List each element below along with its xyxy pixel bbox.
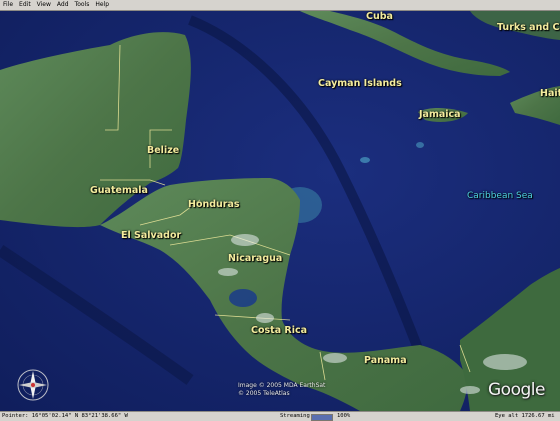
menu-tools[interactable]: Tools (72, 0, 93, 10)
label-caribbean-sea: Caribbean Sea (467, 191, 533, 201)
credit-line-2: © 2005 TeleAtlas (238, 390, 290, 397)
streaming-progress-fill (312, 415, 332, 420)
menu-add[interactable]: Add (54, 0, 72, 10)
reef-patch (416, 142, 424, 148)
map-view[interactable] (0, 11, 560, 411)
menu-help[interactable]: Help (92, 0, 112, 10)
label-honduras: Honduras (188, 199, 240, 210)
label-nicaragua: Nicaragua (228, 253, 283, 264)
label-jamaica: Jamaica (419, 109, 461, 120)
label-costa-rica: Costa Rica (251, 325, 308, 336)
label-panama: Panama (364, 355, 407, 366)
label-cayman-islands: Cayman Islands (318, 78, 402, 89)
menu-bar: File Edit View Add Tools Help (0, 0, 560, 11)
credit-line-1: Image © 2005 MDA EarthSat (238, 382, 326, 389)
reef-patch (360, 157, 370, 163)
label-guatemala: Guatemala (90, 185, 148, 196)
menu-view[interactable]: View (34, 0, 54, 10)
label-cuba: Cuba (366, 11, 393, 22)
imagery-credit: Image © 2005 MDA EarthSat © 2005 TeleAtl… (238, 382, 325, 398)
menu-file[interactable]: File (0, 0, 16, 10)
label-turks-and-caicos: Turks and Ca (497, 22, 560, 33)
menu-edit[interactable]: Edit (16, 0, 34, 10)
google-logo: Google (488, 380, 545, 400)
label-haiti: Haiti (540, 88, 560, 99)
compass-rose-icon[interactable] (17, 369, 49, 401)
label-el-salvador: El Salvador (121, 230, 182, 241)
lake-nicaragua (229, 289, 257, 307)
label-belize: Belize (147, 145, 180, 156)
